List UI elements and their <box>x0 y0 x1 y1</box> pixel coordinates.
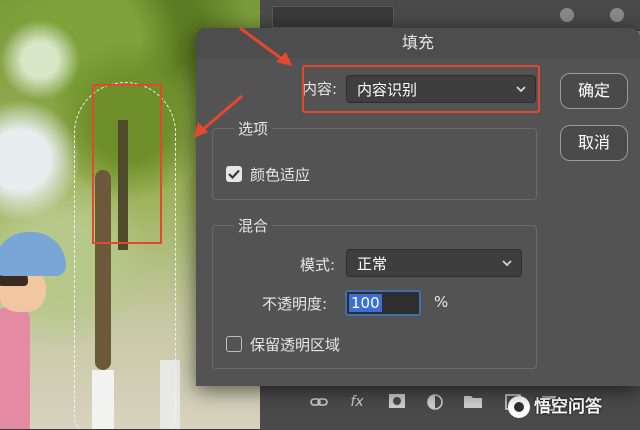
layers-panel-header <box>260 0 640 31</box>
cancel-button[interactable]: 取消 <box>560 125 628 161</box>
link-icon[interactable] <box>308 393 330 411</box>
blend-title: 混合 <box>234 215 273 236</box>
photo-annotation-box <box>92 84 162 244</box>
color-adapt-label: 颜色适应 <box>250 166 311 184</box>
content-annotation-box <box>302 65 540 113</box>
mode-label: 模式: <box>300 256 336 274</box>
opacity-label: 不透明度: <box>262 295 328 313</box>
child-hat <box>0 232 66 276</box>
red-arrow-icon <box>194 94 243 138</box>
child-figure <box>0 308 30 429</box>
folder-icon[interactable] <box>462 393 484 411</box>
preserve-transparency-checkbox[interactable] <box>226 336 242 352</box>
chevron-down-icon <box>501 250 513 288</box>
panel-icon[interactable] <box>610 8 624 22</box>
opacity-value: 100 <box>349 294 382 312</box>
opacity-input[interactable]: 100 <box>345 290 421 316</box>
checkmark-icon <box>228 169 240 180</box>
panel-icon[interactable] <box>560 8 574 22</box>
watermark-text: 悟空问答 <box>534 397 602 417</box>
mode-select-value: 正常 <box>357 255 388 273</box>
preserve-transparency-label: 保留透明区域 <box>250 336 341 354</box>
ok-button[interactable]: 确定 <box>560 73 628 109</box>
wukong-logo-icon <box>508 396 530 418</box>
mask-icon[interactable] <box>386 393 408 411</box>
color-adapt-checkbox[interactable] <box>226 166 242 182</box>
percent-unit: % <box>434 293 449 311</box>
red-arrow-icon <box>239 26 292 66</box>
adjustment-icon[interactable] <box>424 393 446 411</box>
fx-icon[interactable]: fx <box>346 393 368 411</box>
fill-dialog: 填充 内容: 内容识别 确定 取消 选项 颜色适应 混合 模式: 正常 不透明度… <box>196 28 640 386</box>
mode-select[interactable]: 正常 <box>346 249 522 277</box>
watermark: 悟空问答 <box>508 395 602 419</box>
